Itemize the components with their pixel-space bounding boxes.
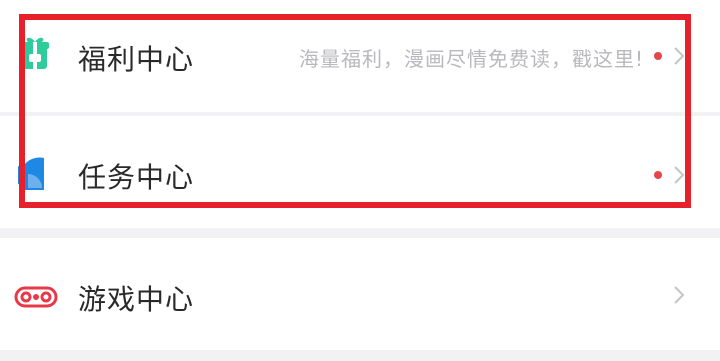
menu-item-welfare-center[interactable]: 福利中心 海量福利，漫画尽情免费读，戳这里! bbox=[0, 0, 720, 112]
menu-item-task-center[interactable]: 任务中心 bbox=[0, 116, 720, 228]
chevron-right-icon bbox=[674, 47, 685, 65]
chevron-right-icon bbox=[674, 166, 685, 184]
menu-item-description: 海量福利，漫画尽情免费读，戳这里! bbox=[298, 47, 644, 71]
menu-list: 福利中心 海量福利，漫画尽情免费读，戳这里! 任务中心 游戏中心 bbox=[0, 0, 720, 361]
chevron-right-icon bbox=[674, 286, 685, 304]
menu-item-label: 游戏中心 bbox=[78, 283, 195, 316]
menu-item-label: 任务中心 bbox=[78, 161, 195, 194]
notification-badge bbox=[654, 171, 662, 179]
gamepad-icon bbox=[14, 286, 58, 308]
task-pie-icon bbox=[18, 157, 44, 190]
menu-item-game-center[interactable]: 游戏中心 bbox=[0, 238, 720, 350]
notification-badge bbox=[654, 52, 662, 60]
gift-icon bbox=[21, 37, 49, 69]
menu-item-label: 福利中心 bbox=[78, 43, 195, 76]
